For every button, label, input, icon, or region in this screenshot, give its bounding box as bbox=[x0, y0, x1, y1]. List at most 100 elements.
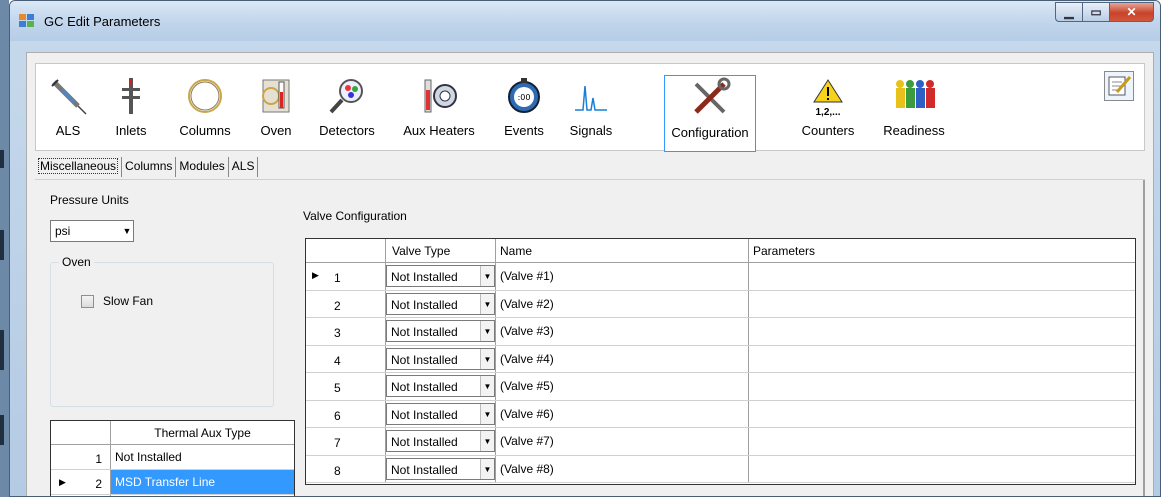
maximize-button[interactable]: ▭ bbox=[1082, 2, 1109, 22]
chevron-down-icon[interactable]: ▼ bbox=[480, 431, 494, 451]
edit-notepad-icon[interactable] bbox=[1104, 71, 1134, 101]
toolbar-aux-heaters[interactable]: Aux Heaters bbox=[397, 74, 481, 142]
valve-type-select[interactable]: Not Installed ▼ bbox=[386, 375, 495, 397]
valve-parameters-cell[interactable] bbox=[749, 456, 1135, 483]
toolbar-events[interactable]: :00 Events bbox=[499, 74, 549, 142]
valve-type-value: Not Installed bbox=[391, 407, 458, 422]
thermal-aux-type-cell[interactable]: MSD Transfer Line bbox=[111, 470, 294, 494]
chevron-down-icon[interactable]: ▼ bbox=[480, 458, 494, 479]
row-number: 7 bbox=[334, 436, 341, 450]
people-readiness-icon bbox=[892, 74, 936, 118]
valve-type-cell: Not Installed ▼ bbox=[386, 263, 496, 290]
valve-name-cell[interactable]: (Valve #7) bbox=[496, 428, 749, 455]
slow-fan-checkbox[interactable]: Slow Fan bbox=[81, 294, 153, 308]
valve-name-cell[interactable]: (Valve #8) bbox=[496, 455, 749, 482]
name-header[interactable]: Name bbox=[496, 239, 749, 262]
valve-type-select[interactable]: Not Installed ▼ bbox=[386, 402, 495, 425]
app-icon[interactable] bbox=[19, 14, 35, 28]
tab-als-label: ALS bbox=[231, 159, 255, 173]
row-header: 7 bbox=[306, 428, 386, 455]
toolbar-counters[interactable]: 1,2,... Counters bbox=[798, 74, 858, 142]
tools-icon bbox=[688, 76, 732, 120]
thermal-aux-type-header[interactable]: Thermal Aux Type bbox=[111, 421, 294, 444]
valve-name-cell[interactable]: (Valve #4) bbox=[496, 345, 749, 372]
valve-type-value: Not Installed bbox=[391, 297, 458, 312]
table-row[interactable]: 1 Not Installed bbox=[51, 445, 294, 470]
stopwatch-icon: :00 bbox=[502, 74, 546, 118]
minimize-icon: ▁ bbox=[1064, 5, 1074, 19]
toolbar-configuration[interactable]: Configuration bbox=[664, 75, 756, 152]
close-icon: ✕ bbox=[1126, 5, 1137, 19]
tab-modules[interactable]: Modules bbox=[176, 157, 229, 177]
toolbar-events-label: Events bbox=[504, 123, 544, 138]
table-row[interactable]: 6 Not Installed ▼ (Valve #6) bbox=[306, 400, 1135, 428]
table-row[interactable]: 8 Not Installed ▼ (Valve #8) bbox=[306, 455, 1135, 483]
toolbar-readiness[interactable]: Readiness bbox=[879, 74, 949, 142]
tab-columns[interactable]: Columns bbox=[122, 157, 177, 177]
title-bar[interactable]: GC Edit Parameters ▁ ▭ ✕ bbox=[10, 1, 1160, 41]
valve-type-select[interactable]: Not Installed ▼ bbox=[386, 292, 495, 315]
row-number: 8 bbox=[334, 463, 341, 478]
table-row[interactable]: ▶ 2 MSD Transfer Line bbox=[51, 470, 294, 495]
chevron-down-icon[interactable]: ▼ bbox=[480, 266, 494, 286]
chevron-down-icon: ▼ bbox=[122, 226, 132, 236]
row-header: 2 bbox=[306, 290, 386, 317]
checkbox-box[interactable] bbox=[81, 294, 94, 308]
valve-parameters-cell[interactable] bbox=[749, 428, 1135, 455]
valve-name-cell[interactable]: (Valve #2) bbox=[496, 290, 749, 317]
table-row[interactable]: 5 Not Installed ▼ (Valve #5) bbox=[306, 373, 1135, 401]
valve-parameters-cell[interactable] bbox=[749, 346, 1135, 373]
toolbar-oven[interactable]: Oven bbox=[251, 74, 301, 142]
thermal-aux-type-cell[interactable]: Not Installed bbox=[111, 445, 294, 469]
toolbar-als[interactable]: ALS bbox=[43, 74, 93, 142]
table-row[interactable]: 4 Not Installed ▼ (Valve #4) bbox=[306, 345, 1135, 373]
valve-type-select[interactable]: Not Installed ▼ bbox=[386, 347, 495, 370]
chevron-down-icon[interactable]: ▼ bbox=[480, 403, 494, 424]
slow-fan-label: Slow Fan bbox=[103, 294, 154, 308]
minimize-button[interactable]: ▁ bbox=[1055, 2, 1082, 22]
table-row[interactable]: 3 Not Installed ▼ (Valve #3) bbox=[306, 318, 1135, 346]
valve-type-select[interactable]: Not Installed ▼ bbox=[386, 265, 495, 287]
valve-parameters-cell[interactable] bbox=[749, 291, 1135, 318]
valve-type-select[interactable]: Not Installed ▼ bbox=[386, 430, 495, 452]
valve-parameters-cell[interactable] bbox=[749, 373, 1135, 400]
chevron-down-icon[interactable]: ▼ bbox=[480, 348, 494, 369]
row-header: 8 bbox=[306, 455, 386, 482]
toolbar-detectors[interactable]: Detectors bbox=[312, 74, 382, 142]
valve-parameters-cell[interactable] bbox=[749, 401, 1135, 428]
pressure-units-select[interactable]: psi ▼ bbox=[50, 220, 134, 242]
chevron-down-icon[interactable]: ▼ bbox=[480, 321, 494, 341]
valve-parameters-cell[interactable] bbox=[749, 318, 1135, 345]
toolbar-inlets[interactable]: Inlets bbox=[107, 74, 155, 142]
row-header: 1 bbox=[51, 445, 111, 469]
toolbar-counters-label: Counters bbox=[801, 123, 855, 138]
valve-type-select[interactable]: Not Installed ▼ bbox=[386, 320, 495, 342]
close-button[interactable]: ✕ bbox=[1109, 2, 1154, 22]
desktop-mark bbox=[0, 150, 4, 168]
gc-edit-parameters-window: GC Edit Parameters ▁ ▭ ✕ ALS Inlets Colu… bbox=[9, 0, 1161, 497]
toolbar-signals-label: Signals bbox=[569, 123, 613, 138]
valve-configuration-grid: Valve Type Name Parameters ▶ 1 Not Install… bbox=[305, 238, 1136, 485]
table-row[interactable]: ▶ 1 Not Installed ▼ (Valve #1) bbox=[306, 263, 1135, 291]
row-header-corner bbox=[51, 421, 111, 444]
valve-name-cell[interactable]: (Valve #5) bbox=[496, 373, 749, 400]
valve-type-header[interactable]: Valve Type bbox=[386, 239, 496, 262]
chevron-down-icon[interactable]: ▼ bbox=[480, 376, 494, 396]
parameters-header[interactable]: Parameters bbox=[749, 239, 1135, 262]
valve-parameters-cell[interactable] bbox=[749, 263, 1135, 290]
tab-miscellaneous-label: Miscellaneous bbox=[38, 158, 119, 174]
valve-type-select[interactable]: Not Installed ▼ bbox=[386, 457, 495, 480]
chevron-down-icon[interactable]: ▼ bbox=[480, 293, 494, 314]
valve-name-cell[interactable]: (Valve #1) bbox=[496, 263, 749, 290]
column-coil-icon bbox=[183, 74, 227, 118]
valve-rows: ▶ 1 Not Installed ▼ (Valve #1) 2 Not Installed… bbox=[306, 263, 1135, 483]
tab-als[interactable]: ALS bbox=[229, 157, 259, 177]
toolbar-signals[interactable]: Signals bbox=[563, 74, 619, 142]
table-row[interactable]: 7 Not Installed ▼ (Valve #7) bbox=[306, 428, 1135, 456]
tab-miscellaneous[interactable]: Miscellaneous bbox=[35, 157, 123, 177]
valve-type-cell: Not Installed ▼ bbox=[386, 345, 496, 372]
table-row[interactable]: 2 Not Installed ▼ (Valve #2) bbox=[306, 290, 1135, 318]
valve-name-cell[interactable]: (Valve #3) bbox=[496, 318, 749, 345]
valve-name-cell[interactable]: (Valve #6) bbox=[496, 400, 749, 427]
toolbar-columns[interactable]: Columns bbox=[172, 74, 238, 142]
